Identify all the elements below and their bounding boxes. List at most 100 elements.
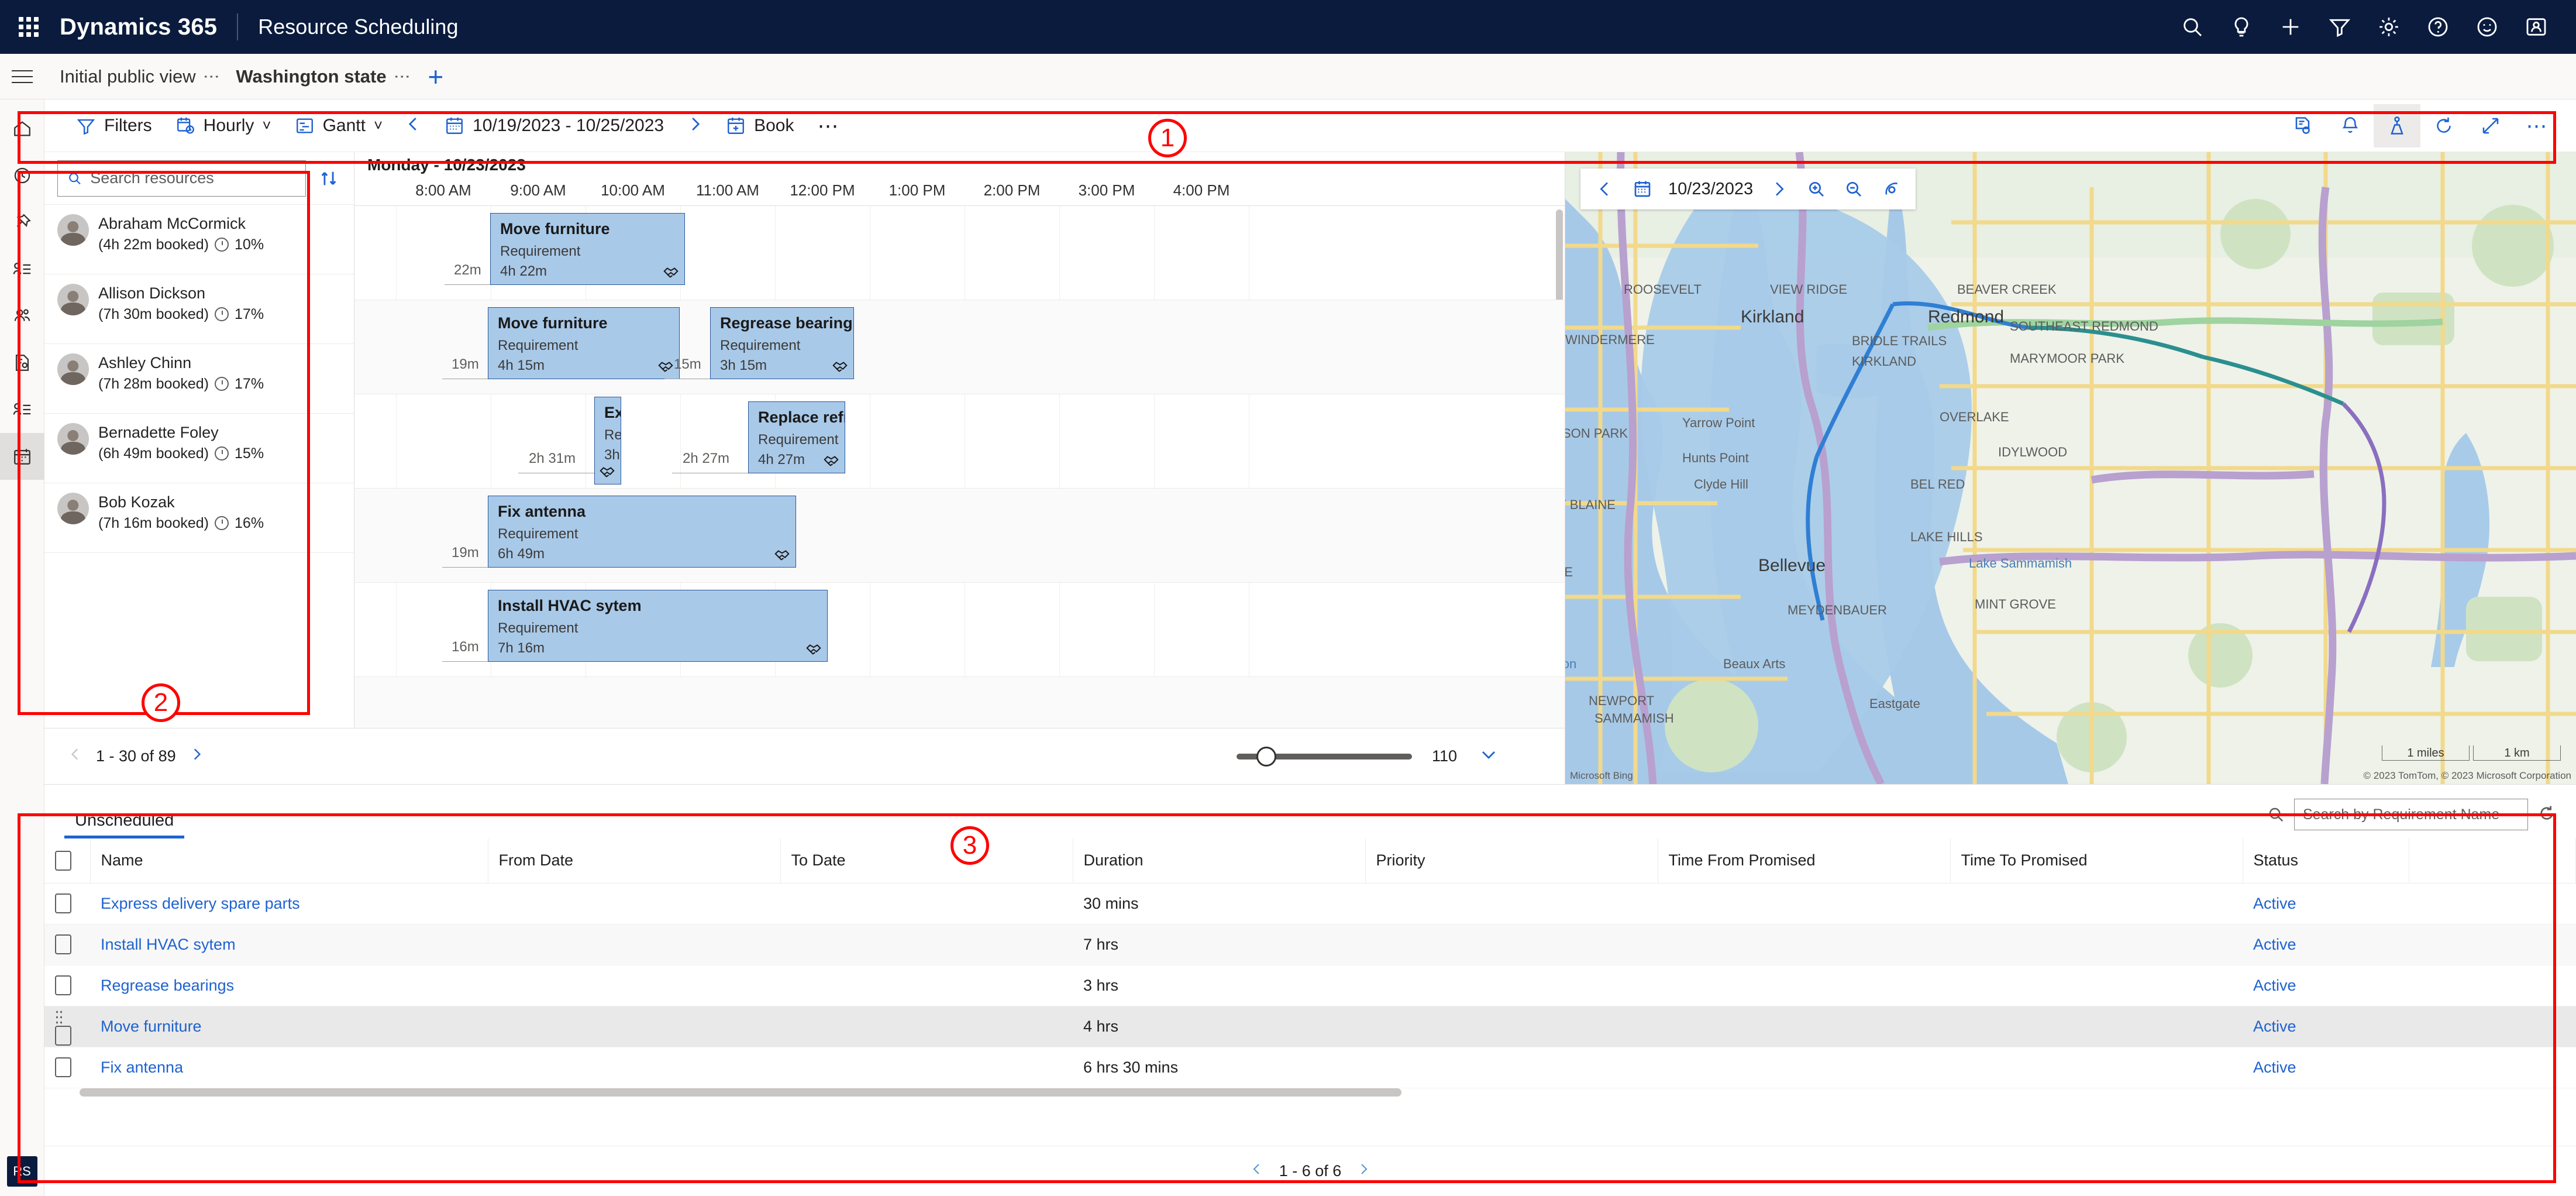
table-row[interactable]: Fix antenna 6 hrs 30 mins Active <box>44 1047 2576 1088</box>
column-header[interactable]: Time From Promised <box>1658 838 1951 884</box>
expand-icon[interactable] <box>2467 104 2514 147</box>
table-row[interactable]: Install HVAC sytem 7 hrs Active <box>44 924 2576 965</box>
view-tab-initial-public-view[interactable]: Initial public view <box>44 66 202 87</box>
row-checkbox[interactable] <box>55 1025 71 1046</box>
sidebar-item-home[interactable] <box>0 105 44 152</box>
resource-row[interactable]: Bob Kozak (7h 16m booked) 16% <box>44 483 354 553</box>
book-button[interactable]: Book <box>714 107 805 145</box>
refresh-icon[interactable] <box>2420 104 2467 147</box>
sidebar-item-pinned[interactable] <box>0 199 44 246</box>
view-tab-options-icon-1[interactable]: ⋮ <box>392 68 411 85</box>
pager-prev-button[interactable] <box>68 745 83 767</box>
app-launcher-icon[interactable] <box>15 13 42 40</box>
status-cell[interactable]: Active <box>2253 1018 2296 1035</box>
gantt-booking[interactable]: Express Requirem 3h 01m <box>594 397 621 484</box>
requirement-search-input[interactable] <box>2294 799 2528 830</box>
sidebar-item-requirements[interactable] <box>0 339 44 386</box>
view-tab-washington-state[interactable]: Washington state <box>221 66 392 87</box>
resource-row[interactable]: Bernadette Foley (6h 49m booked) 15% <box>44 414 354 483</box>
sidebar-item-schedule-board[interactable] <box>0 433 44 480</box>
map-previous-day-button[interactable] <box>1586 180 1624 198</box>
column-header[interactable]: To Date <box>780 838 1073 884</box>
status-cell[interactable]: Active <box>2253 1058 2296 1076</box>
sidebar-item-teams[interactable] <box>0 293 44 339</box>
requirement-name-link[interactable]: Install HVAC sytem <box>101 936 236 953</box>
map-next-day-button[interactable] <box>1760 180 1797 198</box>
grid-pager-prev[interactable] <box>1250 1160 1264 1182</box>
gantt-booking[interactable]: Install HVAC sytem Requirement 7h 16m <box>488 590 828 662</box>
resource-row[interactable]: Ashley Chinn (7h 28m booked) 17% <box>44 344 354 414</box>
refresh-icon[interactable] <box>2537 804 2556 826</box>
resource-row[interactable]: Abraham McCormick (4h 22m booked) 10% <box>44 205 354 274</box>
sort-icon[interactable] <box>316 169 341 188</box>
more-options-icon[interactable]: ⋯ <box>2514 104 2561 147</box>
zoom-slider-knob[interactable] <box>1256 746 1276 767</box>
select-all-checkbox[interactable] <box>55 850 71 871</box>
sidebar-item-resources[interactable] <box>0 246 44 293</box>
row-checkbox[interactable] <box>55 1057 71 1077</box>
resource-row[interactable]: Allison Dickson (7h 30m booked) 17% <box>44 274 354 344</box>
collapse-chevron-icon[interactable] <box>1477 746 1500 767</box>
add-tab-button[interactable]: + <box>428 61 443 92</box>
grid-pager-next[interactable] <box>1356 1160 1370 1182</box>
requirement-name-link[interactable]: Fix antenna <box>101 1058 183 1076</box>
help-icon[interactable] <box>2413 0 2463 54</box>
row-checkbox[interactable] <box>55 893 71 913</box>
drag-handle-icon[interactable] <box>55 1009 63 1025</box>
gantt-booking[interactable]: Move furniture Requirement 4h 15m <box>488 307 680 379</box>
grid-horizontal-scrollbar[interactable] <box>80 1088 1401 1097</box>
row-checkbox[interactable] <box>55 934 71 954</box>
requirement-name-link[interactable]: Move furniture <box>101 1018 202 1035</box>
locate-icon[interactable] <box>1872 180 1910 198</box>
gantt-booking[interactable]: Move furniture Requirement 4h 22m <box>490 213 685 285</box>
date-range-picker[interactable]: 10/19/2023 - 10/25/2023 <box>433 107 676 145</box>
search-resources-input[interactable] <box>90 169 296 187</box>
gantt-booking[interactable]: Fix antenna Requirement 6h 49m <box>488 496 796 568</box>
filter-icon[interactable] <box>2315 0 2364 54</box>
search-resources-box[interactable] <box>57 160 306 197</box>
table-row[interactable]: Move furniture 4 hrs Active <box>44 1006 2576 1047</box>
gantt-booking[interactable]: Replace refrigeratorRequirement4h 27m <box>748 401 845 473</box>
hamburger-menu-icon[interactable] <box>0 54 44 99</box>
tab-unscheduled[interactable]: Unscheduled <box>64 811 185 838</box>
zoom-out-icon[interactable] <box>1835 180 1872 198</box>
column-header[interactable]: Name <box>90 838 488 884</box>
smiley-icon[interactable] <box>2463 0 2512 54</box>
pager-next-button[interactable] <box>189 745 204 767</box>
requirement-name-link[interactable]: Regrease bearings <box>101 977 234 994</box>
hourly-dropdown[interactable]: Hourly ˅ <box>164 107 283 145</box>
table-row[interactable]: Regrease bearings 3 hrs Active <box>44 965 2576 1006</box>
zoom-slider[interactable] <box>1236 746 1412 767</box>
column-header[interactable]: Duration <box>1073 838 1366 884</box>
map-panel[interactable]: Kirkland Redmond Bellevue Yarrow Point Hunts… <box>1565 152 2576 784</box>
requirement-name-link[interactable]: Express delivery spare parts <box>101 895 300 912</box>
view-tab-options-icon-0[interactable]: ⋮ <box>202 68 221 85</box>
plus-icon[interactable] <box>2266 0 2315 54</box>
command-overflow-button[interactable]: ⋯ <box>805 107 852 145</box>
status-cell[interactable]: Active <box>2253 936 2296 953</box>
next-period-button[interactable] <box>676 114 714 137</box>
gear-icon[interactable] <box>2364 0 2413 54</box>
table-row[interactable]: Express delivery spare parts 30 mins Activ… <box>44 883 2576 925</box>
zoom-in-icon[interactable] <box>1797 180 1835 198</box>
account-icon[interactable] <box>2512 0 2561 54</box>
sidebar-item-recent[interactable] <box>0 152 44 199</box>
column-header[interactable]: Priority <box>1365 838 1658 884</box>
map-pin-person-icon[interactable] <box>2374 104 2420 147</box>
filters-button[interactable]: Filters <box>64 107 164 145</box>
column-header[interactable]: From Date <box>488 838 781 884</box>
column-header[interactable]: Time To Promised <box>1950 838 2243 884</box>
search-icon[interactable] <box>2168 0 2217 54</box>
status-cell[interactable]: Active <box>2253 895 2296 912</box>
column-header[interactable]: Status <box>2243 838 2410 884</box>
gantt-booking[interactable]: Regrease bearings Requirement 3h 15m <box>710 307 854 379</box>
requirement-panel-icon[interactable] <box>2280 104 2327 147</box>
map-calendar-icon[interactable] <box>1624 180 1661 198</box>
status-cell[interactable]: Active <box>2253 977 2296 994</box>
lightbulb-icon[interactable] <box>2217 0 2266 54</box>
notification-bell-icon[interactable] <box>2327 104 2374 147</box>
sidebar-item-bookings[interactable] <box>0 386 44 433</box>
row-checkbox[interactable] <box>55 975 71 995</box>
previous-period-button[interactable] <box>394 114 433 137</box>
gantt-dropdown[interactable]: Gantt ˅ <box>283 107 395 145</box>
